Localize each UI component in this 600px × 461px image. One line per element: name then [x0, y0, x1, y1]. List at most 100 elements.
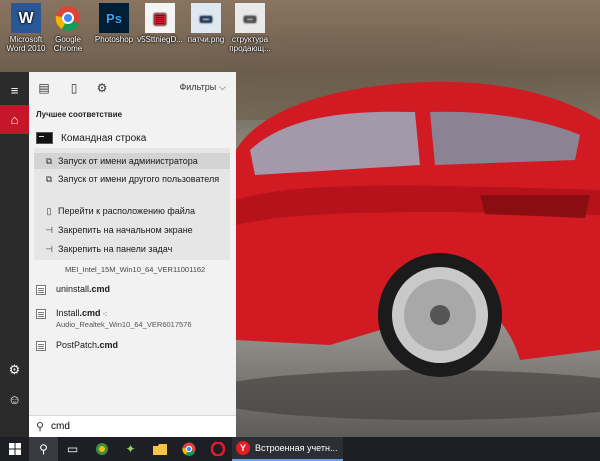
app-orb-icon — [95, 443, 108, 455]
search-panel: ▤ ▯ ⚙ Фильтры ⌵ Лучшее соответствие Коман… — [29, 72, 236, 437]
document-icon: ▤ — [145, 3, 175, 33]
search-icon: ⚲ — [35, 421, 45, 433]
taskbar-file-explorer[interactable] — [145, 437, 174, 461]
run-as-admin-item[interactable]: ⧉ Запуск от имени администратора — [34, 153, 230, 169]
result-name: uninstall.cmd — [56, 284, 110, 295]
result-extension: .cmd — [89, 284, 111, 294]
desktop-icon-label: Microsoft Word 2010 — [6, 35, 46, 53]
pin-icon: ⊣ — [45, 225, 53, 235]
search-box: ⚲ — [29, 415, 236, 437]
cmd-file-icon — [36, 309, 46, 319]
taskbar-chrome[interactable] — [174, 437, 203, 461]
menu-item-label: Закрепить на начальном экране — [58, 225, 193, 235]
desktop-icon-structure[interactable]: ▭ структура продающ... — [226, 3, 274, 53]
user-window-icon: ⧉ — [45, 174, 53, 184]
file-icon: ▯ — [70, 81, 78, 95]
result-extension: .cmd — [79, 308, 101, 318]
panel-toolbar: ▤ ▯ ⚙ Фильтры ⌵ — [29, 72, 236, 105]
taskbar-app-tools[interactable]: ✦ — [116, 437, 145, 461]
desktop-icon-label: структура продающ... — [229, 35, 271, 53]
word-icon: W — [11, 3, 41, 33]
result-filename: PostPatch — [56, 340, 98, 350]
run-as-other-user-item[interactable]: ⧉ Запуск от имени другого пользователя — [34, 172, 230, 198]
cmd-file-icon — [36, 341, 46, 351]
hamburger-menu-button[interactable]: ≡ — [0, 76, 29, 105]
filters-dropdown[interactable]: Фильтры ⌵ — [179, 82, 226, 93]
file-location-icon: ▯ — [46, 206, 52, 216]
chevron-down-icon: ⌵ — [219, 82, 226, 92]
gear-icon: ⚙ — [96, 81, 108, 95]
feedback-icon: ☺ — [7, 392, 22, 407]
menu-item-label: Перейти к расположению файла — [58, 206, 196, 216]
desktop-icon-chrome[interactable]: Google Chrome — [44, 3, 92, 53]
desktop-icon-label: Photoshop — [94, 35, 134, 44]
pin-to-start-item[interactable]: ⊣ Закрепить на начальном экране — [34, 222, 230, 238]
result-text: Install.cmd -: Audio_Realtek_Win10_64_VE… — [56, 308, 192, 329]
result-extension: .cmd — [97, 340, 119, 350]
menu-item-label: Запуск от имени администратора — [58, 156, 198, 166]
pin-icon: ⊣ — [45, 244, 53, 254]
best-match-command-prompt[interactable]: Командная строка — [36, 129, 231, 147]
result-extra: -: — [100, 309, 108, 318]
best-match-label: Командная строка — [61, 132, 147, 144]
pin-to-taskbar-item[interactable]: ⊣ Закрепить на панели задач — [34, 241, 230, 257]
task-view-icon: ▭ — [66, 442, 79, 456]
best-match-title: Лучшее соответствие — [36, 110, 123, 119]
apps-filter-button[interactable]: ▤ — [37, 81, 51, 95]
taskbar-yandex-window[interactable]: Y Встроенная учетн... — [232, 437, 344, 461]
tools-icon: ✦ — [125, 442, 136, 456]
task-view-button[interactable]: ▭ — [58, 437, 87, 461]
taskbar-opera[interactable] — [203, 437, 232, 461]
start-rail: ≡ ⌂ ⚙ ☺ — [0, 72, 29, 437]
context-menu: ⧉ Запуск от имени администратора ⧉ Запус… — [34, 148, 230, 260]
result-postpatch-cmd[interactable]: PostPatch.cmd — [36, 340, 231, 351]
image-file-icon: ▭ — [191, 3, 221, 33]
command-prompt-icon — [36, 132, 53, 144]
settings-filter-button[interactable]: ⚙ — [95, 81, 109, 95]
search-input[interactable] — [51, 421, 221, 432]
shield-window-icon: ⧉ — [45, 156, 53, 166]
taskbar-search-button[interactable]: ⚲ — [29, 437, 58, 461]
desktop-icon-label: Google Chrome — [53, 35, 83, 53]
gear-icon: ⚙ — [8, 361, 21, 377]
open-file-location-item[interactable]: ▯ Перейти к расположению файла — [34, 203, 230, 219]
result-install-cmd[interactable]: Install.cmd -: Audio_Realtek_Win10_64_VE… — [36, 308, 231, 329]
search-icon: ⚲ — [39, 442, 48, 456]
result-subtitle: Audio_Realtek_Win10_64_VER6017576 — [56, 320, 192, 329]
result-name: PostPatch.cmd — [56, 340, 118, 351]
yandex-icon: Y — [236, 441, 250, 455]
home-button[interactable]: ⌂ — [0, 105, 29, 134]
desktop-icon-patches-png[interactable]: ▭ патчи.png — [182, 3, 230, 44]
cmd-file-icon — [36, 285, 46, 295]
windows-logo-icon — [8, 443, 21, 455]
document-icon: ▤ — [38, 81, 50, 95]
image-file-icon: ▭ — [235, 3, 265, 33]
photoshop-icon: Ps — [99, 3, 129, 33]
filters-label: Фильтры — [179, 82, 217, 92]
files-filter-button[interactable]: ▯ — [67, 81, 81, 95]
desktop-icon-document[interactable]: ▤ v5SttniegD... — [136, 3, 184, 44]
feedback-button[interactable]: ☺ — [0, 385, 29, 414]
chrome-icon — [181, 442, 195, 456]
taskbar: ⚲ ▭ ✦ Y Встроенная учетн... — [0, 437, 600, 461]
menu-item-label: Запуск от имени другого пользователя — [58, 174, 220, 184]
opera-icon — [210, 442, 225, 456]
desktop-icon-label: v5SttniegD... — [137, 35, 183, 44]
menu-item-label: Закрепить на панели задач — [58, 244, 173, 254]
start-button[interactable] — [0, 437, 29, 461]
hamburger-icon: ≡ — [10, 83, 19, 98]
settings-button[interactable]: ⚙ — [0, 355, 29, 384]
first-result-subtitle: MEI_Intel_15M_Win10_64_VER11001162 — [65, 265, 206, 274]
taskbar-app-orb[interactable] — [87, 437, 116, 461]
desktop-icon-label: патчи.png — [187, 35, 225, 44]
chrome-icon — [53, 3, 83, 33]
desktop-icon-word[interactable]: W Microsoft Word 2010 — [2, 3, 50, 53]
taskbar-window-title: Встроенная учетн... — [255, 443, 338, 453]
result-filename: Install — [56, 308, 80, 318]
desktop-icon-photoshop[interactable]: Ps Photoshop — [90, 3, 138, 44]
result-uninstall-cmd[interactable]: uninstall.cmd — [36, 284, 231, 295]
result-filename: uninstall — [56, 284, 90, 294]
result-name: Install.cmd -: — [56, 308, 192, 319]
home-icon: ⌂ — [10, 112, 19, 127]
folder-icon — [152, 443, 167, 455]
